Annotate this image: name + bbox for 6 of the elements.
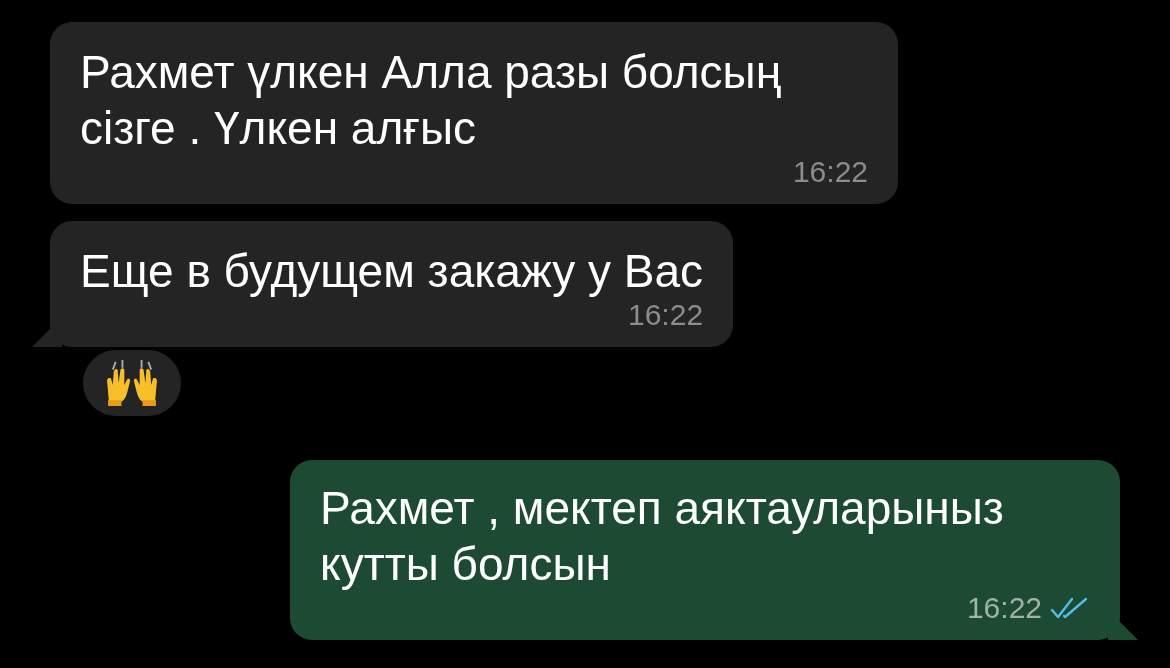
message-time: 16:22: [628, 297, 704, 333]
message-time: 16:22: [966, 590, 1042, 626]
message-text: Рахмет , мектеп аяктауларыныз кутты болсын: [320, 481, 1005, 592]
message-time: 16:22: [792, 154, 868, 190]
message-text: Рахмет үлкен Алла разы болсың сізге . Үлкен алғыс: [80, 45, 783, 156]
message-text: Еще в будущем закажу у Вас: [80, 244, 704, 299]
